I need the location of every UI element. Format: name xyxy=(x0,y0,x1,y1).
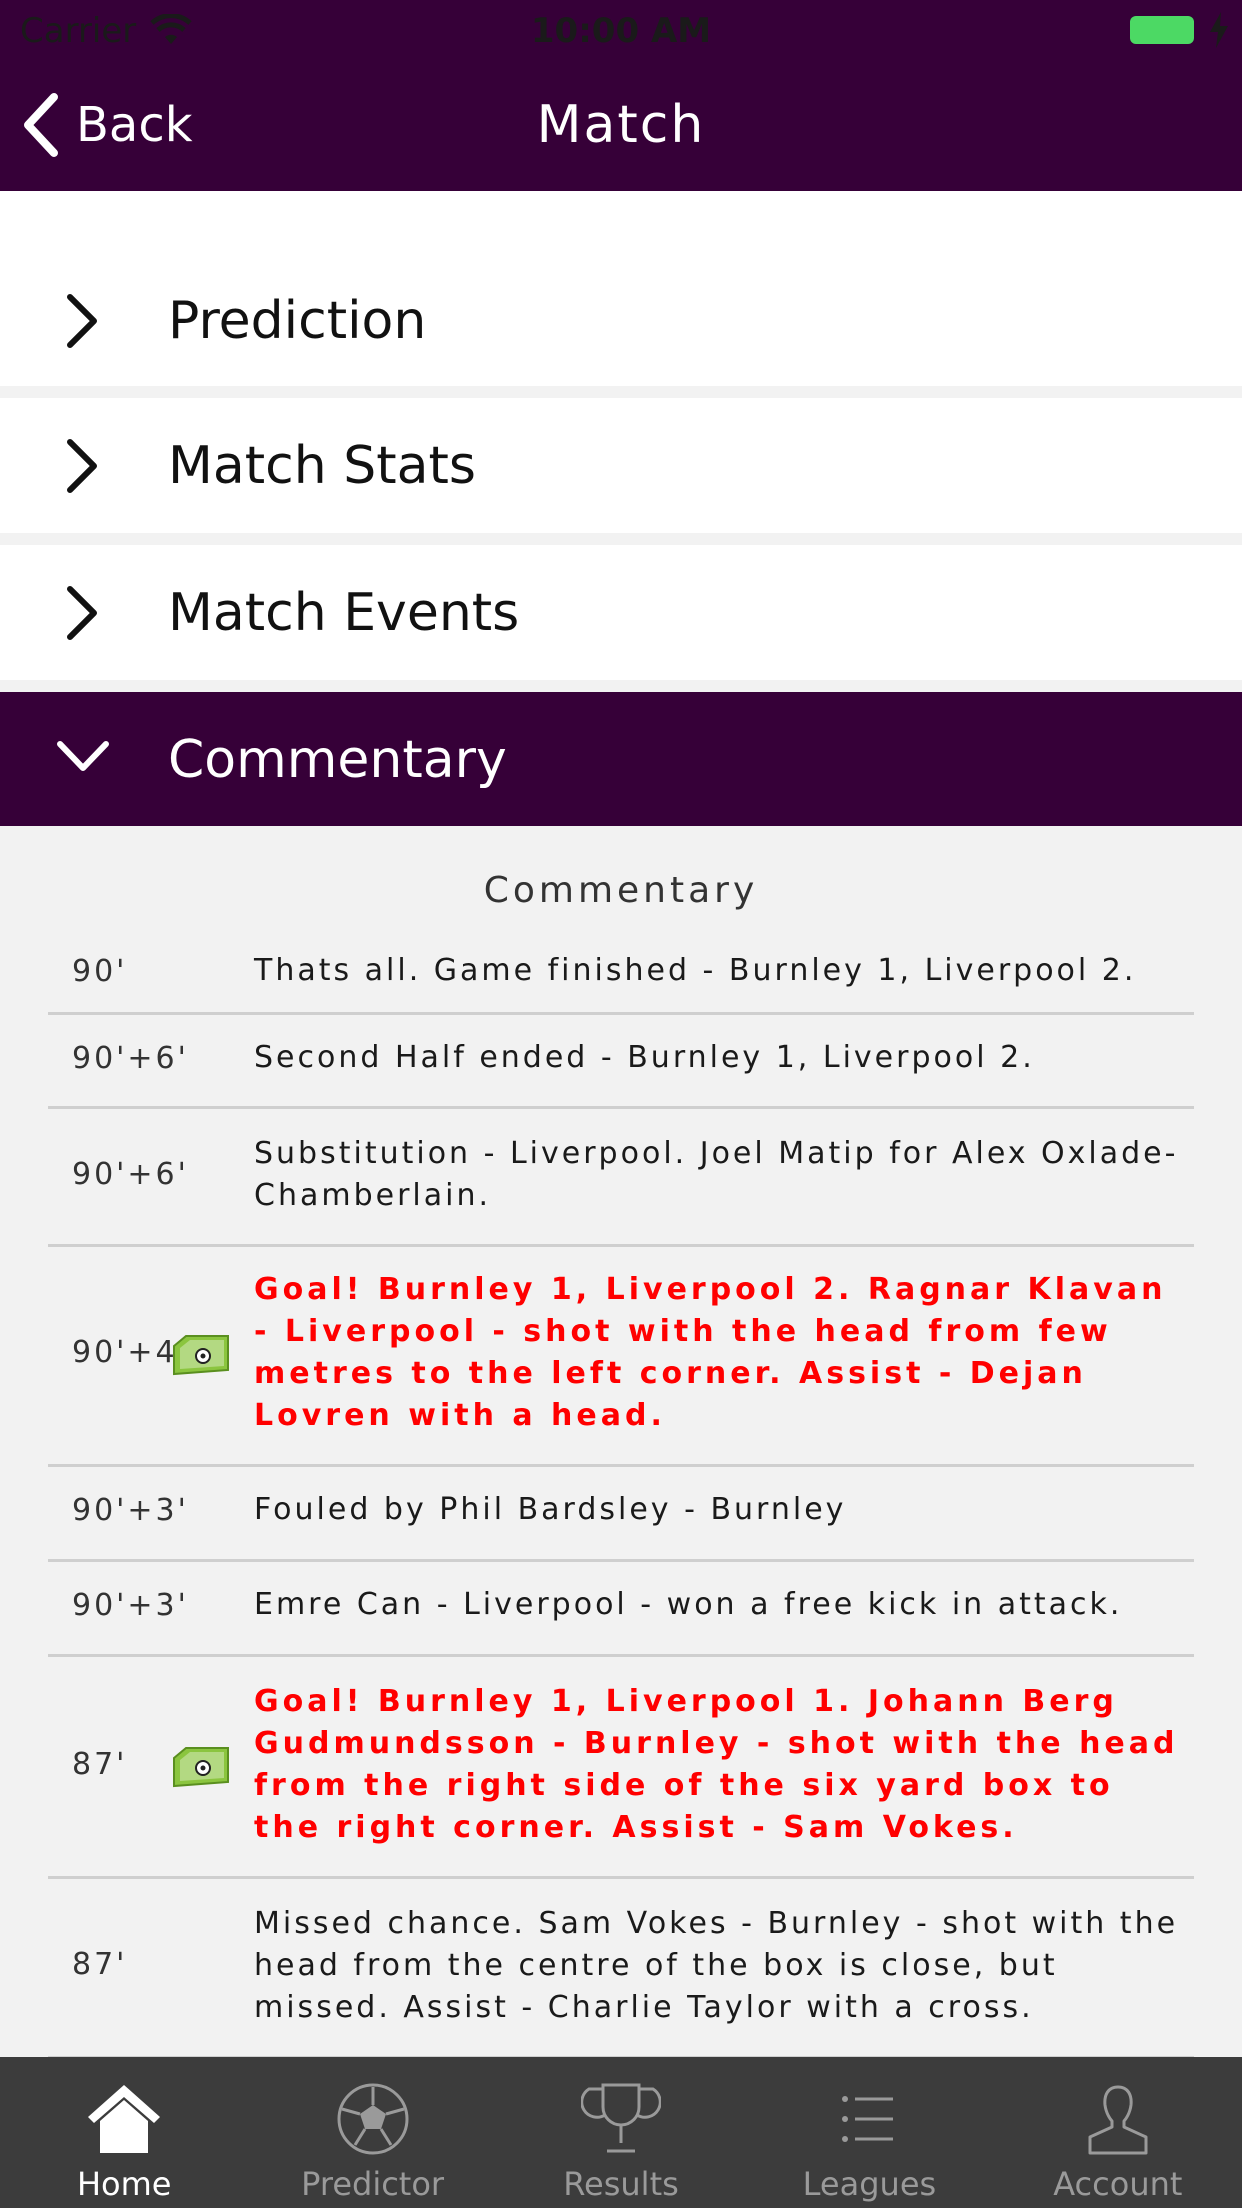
tab-label: Leagues xyxy=(802,2165,937,2203)
charging-icon xyxy=(1210,12,1228,48)
commentary-minute: 87' xyxy=(72,1747,128,1782)
commentary-minute: 90'+3' xyxy=(72,1588,189,1623)
tab-label: Home xyxy=(76,2165,172,2203)
page-title: Match xyxy=(536,95,706,155)
trophy-icon xyxy=(581,2083,662,2153)
football-icon xyxy=(337,2083,409,2155)
section-label: Match Stats xyxy=(168,436,476,496)
commentary-text: Thats all. Game finished - Burnley 1, Li… xyxy=(254,953,1137,988)
commentary-row: 90'+6' Second Half ended - Burnley 1, Li… xyxy=(48,1015,1194,1109)
tab-label: Results xyxy=(563,2165,679,2203)
commentary-minute: 87' xyxy=(72,1947,128,1982)
chevron-down-icon xyxy=(57,741,109,771)
commentary-text: Goal! Burnley 1, Liverpool 2. Ragnar Kla… xyxy=(254,1272,1167,1433)
commentary-text: Fouled by Phil Bardsley - Burnley xyxy=(254,1492,847,1527)
battery-icon xyxy=(1130,16,1194,44)
tab-home[interactable]: Home xyxy=(0,2057,248,2208)
section-label: Prediction xyxy=(168,291,427,351)
home-icon xyxy=(88,2085,161,2153)
tab-account[interactable]: Account xyxy=(994,2057,1242,2208)
goal-icon xyxy=(173,1335,229,1376)
commentary-text: Substitution - Liverpool. Joel Matip for… xyxy=(254,1136,1179,1213)
commentary-text: Missed chance. Sam Vokes - Burnley - sho… xyxy=(254,1906,1179,2025)
chevron-right-icon xyxy=(67,439,97,493)
commentary-text: Goal! Burnley 1, Liverpool 1. Johann Ber… xyxy=(254,1684,1179,1845)
commentary-minute: 90'+6' xyxy=(72,1157,189,1192)
commentary-row: 90'+3' Emre Can - Liverpool - won a free… xyxy=(48,1562,1194,1657)
chevron-right-icon xyxy=(67,294,97,348)
list-icon xyxy=(842,2096,894,2142)
commentary-list: 90' Thats all. Game finished - Burnley 1… xyxy=(48,930,1194,2059)
person-icon xyxy=(1088,2085,1148,2155)
commentary-minute: 90'+3' xyxy=(72,1493,189,1528)
commentary-text: Second Half ended - Burnley 1, Liverpool… xyxy=(254,1040,1035,1075)
commentary-minute: 90' xyxy=(72,954,128,989)
section-prediction[interactable]: Prediction xyxy=(0,191,1242,386)
top-bar: Carrier 10:00 AM Back Match xyxy=(0,0,1242,191)
tab-results[interactable]: Results xyxy=(497,2057,745,2208)
commentary-row: 90' Thats all. Game finished - Burnley 1… xyxy=(48,930,1194,1015)
section-match-events[interactable]: Match Events xyxy=(0,545,1242,680)
chevron-right-icon xyxy=(67,586,97,640)
tab-predictor[interactable]: Predictor xyxy=(248,2057,496,2208)
section-commentary[interactable]: Commentary xyxy=(0,692,1242,826)
section-match-stats[interactable]: Match Stats xyxy=(0,398,1242,533)
status-time: 10:00 AM xyxy=(530,11,712,51)
section-label: Commentary xyxy=(168,730,507,790)
commentary-minute: 90'+6' xyxy=(72,1041,189,1076)
goal-icon xyxy=(173,1747,229,1788)
commentary-text: Emre Can - Liverpool - won a free kick i… xyxy=(254,1587,1123,1622)
commentary-header: Commentary xyxy=(483,870,759,911)
tab-label: Account xyxy=(1053,2165,1183,2203)
commentary-row: 90'+6' Substitution - Liverpool. Joel Ma… xyxy=(48,1109,1194,1247)
tab-leagues[interactable]: Leagues xyxy=(745,2057,993,2208)
tab-bar: Home Predictor Results Leagues Account xyxy=(0,2057,1242,2208)
section-label: Match Events xyxy=(168,583,520,643)
tab-label: Predictor xyxy=(301,2165,445,2203)
commentary-row: 90'+3' Fouled by Phil Bardsley - Burnley xyxy=(48,1467,1194,1562)
commentary-row-goal: 87' Goal! Burnley 1, Liverpool 1. Johann… xyxy=(48,1657,1194,1879)
commentary-row: 87' Missed chance. Sam Vokes - Burnley -… xyxy=(48,1879,1194,2059)
commentary-row-goal: 90'+4' Goal! Burnley 1, Liverpool 2. Rag… xyxy=(48,1247,1194,1467)
